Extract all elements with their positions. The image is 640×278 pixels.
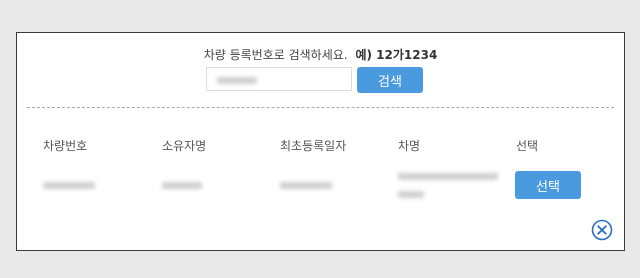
close-button[interactable] [591, 219, 613, 241]
redacted-vehicle-name-line2 [398, 191, 424, 198]
redacted-vehicle-name-line1 [398, 173, 498, 180]
search-hint-example: 예) 12가1234 [355, 48, 438, 62]
section-divider [27, 107, 614, 108]
column-header-select: 선택 [516, 139, 539, 153]
redacted-plate-number [43, 182, 95, 189]
close-circle-icon [591, 219, 613, 241]
redacted-owner-name [162, 182, 202, 189]
select-vehicle-button[interactable]: 선택 [515, 171, 581, 199]
column-header-vehicle-name: 차명 [398, 139, 421, 153]
search-button[interactable]: 검색 [357, 67, 423, 93]
redacted-registration-date [280, 182, 332, 189]
redacted-input-value [217, 77, 257, 84]
search-hint-text: 차량 등록번호로 검색하세요. [203, 48, 348, 62]
vehicle-search-modal: 차량 등록번호로 검색하세요. 예) 12가1234 검색 차량번호 소유자명 … [16, 32, 625, 251]
column-header-first-registration-date: 최초등록일자 [280, 139, 347, 153]
column-header-plate-number: 차량번호 [43, 139, 88, 153]
search-hint: 차량 등록번호로 검색하세요. 예) 12가1234 [17, 46, 624, 63]
column-header-owner-name: 소유자명 [162, 139, 207, 153]
